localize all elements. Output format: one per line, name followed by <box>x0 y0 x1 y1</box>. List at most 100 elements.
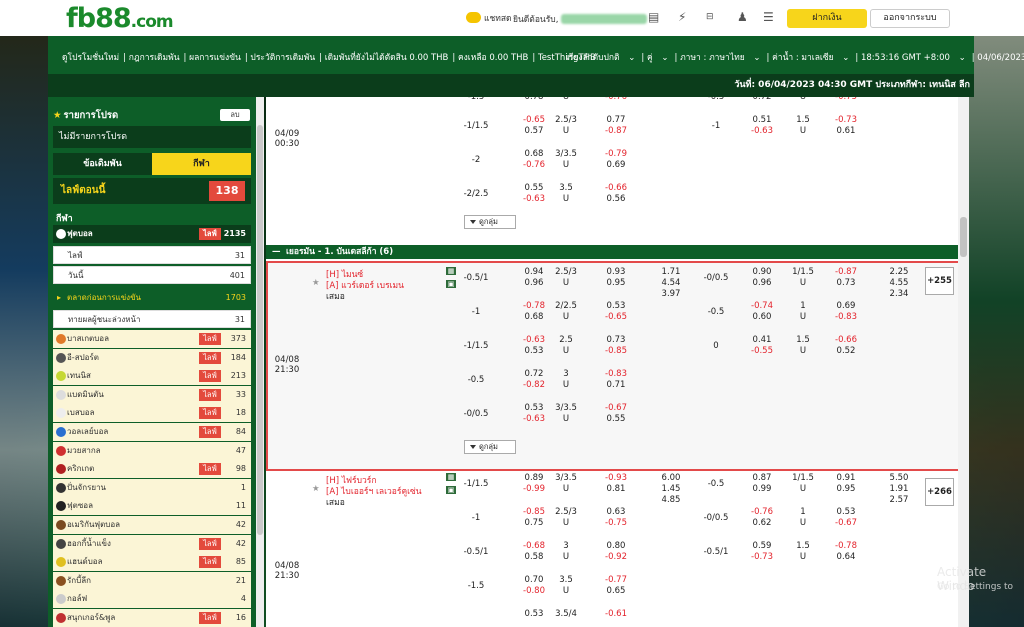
odds-value[interactable]: 0.99 <box>742 484 782 494</box>
sidebar-item-sport[interactable]: อี-สปอร์ต ไลฟ์ 184 <box>53 348 251 367</box>
nav-link-pending[interactable]: เดิมพันที่ยังไม่ได้ตัดสิน 0.00 THB <box>325 53 449 63</box>
odds-value[interactable]: -0.74 <box>742 301 782 311</box>
sidebar-item-outright[interactable]: ทายผลผู้ชนะล่วงหน้า 31 <box>53 310 251 328</box>
odds-value[interactable]: 0.71 <box>596 380 636 390</box>
nav-link-history[interactable]: ประวัติการเดิมพัน <box>250 53 315 63</box>
odds-value[interactable]: -0.63 <box>742 126 782 136</box>
odds-value[interactable]: -0.75 <box>596 518 636 528</box>
odds-value[interactable]: 0.64 <box>826 552 866 562</box>
odds-value[interactable]: -0.83 <box>826 312 866 322</box>
odds-value[interactable]: -0.82 <box>514 380 554 390</box>
odds-value[interactable]: -0.63 <box>514 414 554 424</box>
sidebar-item-football[interactable]: ฟุตบอล ไลฟ์ 2135 <box>53 225 251 243</box>
odds-value[interactable]: 0.59 <box>742 541 782 551</box>
odds-value[interactable]: 0.69 <box>596 160 636 170</box>
odds-value[interactable]: 0.72 <box>742 97 782 102</box>
odds-value[interactable]: -0.80 <box>514 586 554 596</box>
tab-sports[interactable]: กีฬา <box>152 153 251 175</box>
odds-value[interactable]: 0.95 <box>596 278 636 288</box>
odds-value[interactable]: 0.53 <box>514 346 554 356</box>
sidebar-item-sport[interactable]: ฟุตซอล 11 <box>53 497 251 516</box>
odds-value[interactable]: 0.73 <box>826 278 866 288</box>
sidebar-scrollbar[interactable] <box>256 97 264 627</box>
sidebar-item-sport[interactable]: แฮนด์บอล ไลฟ์ 85 <box>53 553 251 572</box>
sort-select[interactable]: เรียงลำดับปกติ ⌄ <box>566 53 635 63</box>
sidebar-item-sport[interactable]: ปั่นจักรยาน 1 <box>53 478 251 497</box>
odds-value[interactable]: -0.66 <box>826 335 866 345</box>
odds-value[interactable]: 0.52 <box>826 346 866 356</box>
odds-value[interactable]: 0.63 <box>596 507 636 517</box>
odds-value[interactable]: 0.78 <box>514 97 554 102</box>
odds-value[interactable]: 0.51 <box>742 115 782 125</box>
sidebar-item-sport[interactable]: บาสเกตบอล ไลฟ์ 373 <box>53 330 251 348</box>
odds-value[interactable]: 0.57 <box>514 126 554 136</box>
odds-value[interactable]: -0.63 <box>514 194 554 204</box>
odds-value[interactable]: 0.65 <box>596 586 636 596</box>
odds-value[interactable]: 0.70 <box>514 575 554 585</box>
logout-button[interactable]: ออกจากระบบ <box>870 9 950 28</box>
odds-value[interactable]: 0.60 <box>742 312 782 322</box>
collapse-icon[interactable]: — <box>272 245 281 259</box>
odds-value[interactable]: -0.73 <box>826 115 866 125</box>
odds-value[interactable]: 0.93 <box>596 267 636 277</box>
odds-value[interactable]: 0.53 <box>826 507 866 517</box>
stats-icon[interactable]: ▦ <box>446 473 456 481</box>
live-chat-link[interactable]: แชทสด <box>466 11 512 25</box>
promo-icon[interactable]: ⊟ <box>706 12 714 22</box>
sidebar-scroll-thumb[interactable] <box>257 125 263 535</box>
odds-value[interactable]: -0.77 <box>596 575 636 585</box>
fb88-logo[interactable]: fb88.com <box>66 3 174 34</box>
sidebar-item-sport[interactable]: แบดมินตัน ไลฟ์ 33 <box>53 385 251 404</box>
odds-value[interactable]: -0.66 <box>596 183 636 193</box>
main-scroll-thumb[interactable] <box>960 217 967 257</box>
live-tv-icon[interactable]: ▣ <box>446 280 456 288</box>
odds-value[interactable]: -0.93 <box>596 473 636 483</box>
nav-link-results[interactable]: ผลการแข่งขัน <box>189 53 241 63</box>
sidebar-item-football-today[interactable]: วันนี้ 401 <box>53 266 251 284</box>
odds-value[interactable]: 0.75 <box>514 518 554 528</box>
odds-value[interactable]: 0.69 <box>826 301 866 311</box>
more-markets-button[interactable]: ดูกลุ่ม <box>464 215 516 229</box>
more-markets-button[interactable]: ดูกลุ่ม <box>464 440 516 454</box>
odds-value[interactable]: 0.62 <box>742 518 782 528</box>
odds-value[interactable]: -0.68 <box>514 541 554 551</box>
odds-value[interactable]: -0.79 <box>596 149 636 159</box>
odds-value[interactable]: -0.78 <box>514 301 554 311</box>
odds-value[interactable]: -0.76 <box>514 160 554 170</box>
favorite-star-icon[interactable]: ★ <box>312 484 320 494</box>
odds-value[interactable]: -0.67 <box>826 518 866 528</box>
odds-value[interactable]: 0.87 <box>742 473 782 483</box>
odds-value[interactable]: -0.75 <box>826 97 866 102</box>
odds-value[interactable]: 0.72 <box>514 369 554 379</box>
odds-value[interactable]: 0.89 <box>514 473 554 483</box>
league-header[interactable]: — เยอรมัน - 1. บันเดสลีก้า (6) <box>266 245 958 259</box>
odds-value[interactable]: -0.78 <box>826 541 866 551</box>
odds-value[interactable]: 0.55 <box>514 183 554 193</box>
odds-value[interactable]: 0.53 <box>514 609 554 619</box>
transfer-icon[interactable]: ⚡ <box>678 10 686 24</box>
odds-value[interactable]: 0.56 <box>596 194 636 204</box>
odds-value[interactable]: -0.76 <box>742 507 782 517</box>
sidebar-item-sport[interactable]: รักบี้ลีก 21 <box>53 571 251 590</box>
odds-value[interactable]: 0.58 <box>514 552 554 562</box>
sidebar-item-sport[interactable]: อเมริกันฟุตบอล 42 <box>53 516 251 534</box>
odds-value[interactable]: -0.65 <box>514 115 554 125</box>
odds-value[interactable]: 0.96 <box>514 278 554 288</box>
sidebar-item-sport[interactable]: วอลเลย์บอล ไลฟ์ 84 <box>53 423 251 441</box>
odds-value[interactable]: -0.65 <box>596 312 636 322</box>
odds-value[interactable]: -0.85 <box>514 507 554 517</box>
sidebar-item-sport[interactable]: สนุกเกอร์&พูล ไลฟ์ 16 <box>53 609 251 627</box>
odds-value[interactable]: 0.90 <box>742 267 782 277</box>
language-select[interactable]: ภาษา : ภาษาไทย ⌄ <box>680 53 760 63</box>
sidebar-item-sport[interactable]: มวยสากล 47 <box>53 441 251 460</box>
odds-value[interactable]: -0.55 <box>742 346 782 356</box>
odds-value[interactable]: 0.94 <box>514 267 554 277</box>
odds-value[interactable]: 0.55 <box>596 414 636 424</box>
more-bets-button[interactable]: +255 <box>925 267 954 295</box>
odds-value[interactable]: -0.87 <box>826 267 866 277</box>
odds-value[interactable]: 0.73 <box>596 335 636 345</box>
odds-type-select[interactable]: คู่ ⌄ <box>647 53 669 63</box>
more-bets-button[interactable]: +266 <box>925 478 954 506</box>
main-scrollbar[interactable] <box>958 97 969 627</box>
odds-value[interactable]: -0.67 <box>596 403 636 413</box>
